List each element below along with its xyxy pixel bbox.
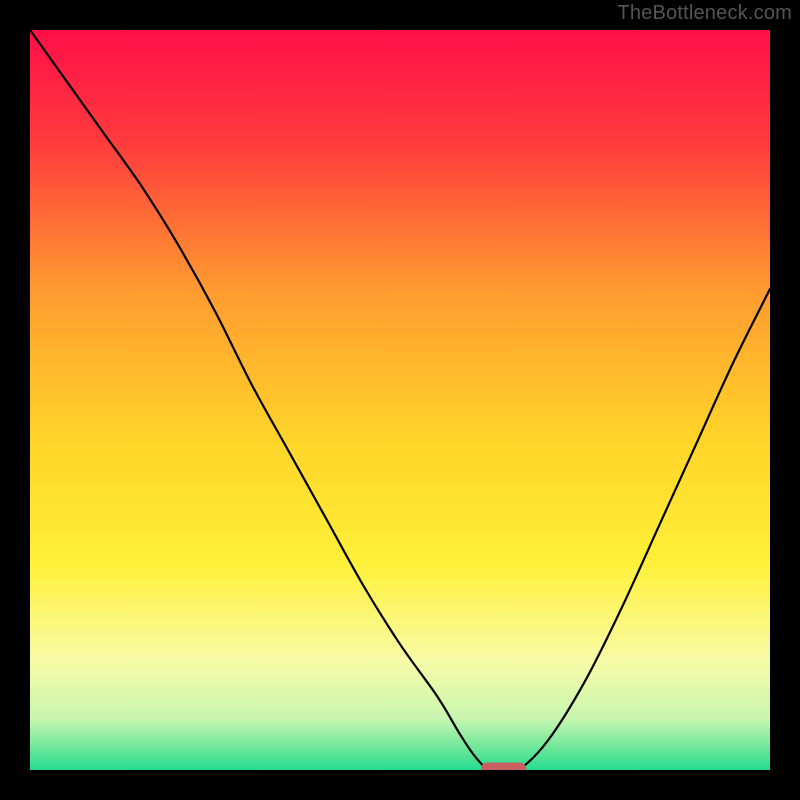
- gradient-background: [30, 30, 770, 770]
- chart-svg: [30, 30, 770, 770]
- watermark-text: TheBottleneck.com: [617, 2, 792, 25]
- optimal-point-marker: [481, 763, 525, 770]
- plot-area: [30, 30, 770, 770]
- chart-frame: TheBottleneck.com: [0, 0, 800, 800]
